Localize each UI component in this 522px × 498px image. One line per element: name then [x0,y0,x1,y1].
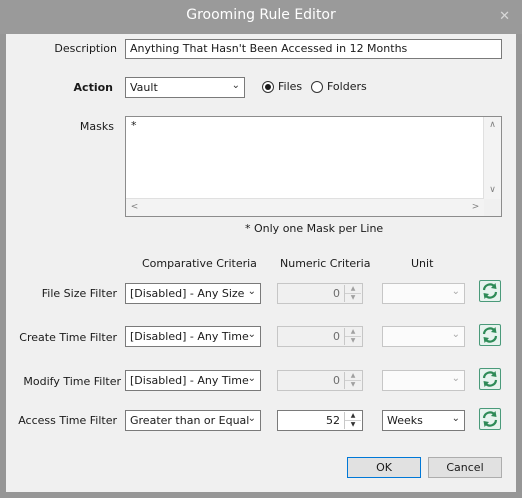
scrollbar-corner [484,199,501,216]
scroll-up-icon[interactable]: ∧ [485,118,500,133]
scroll-left-icon[interactable]: < [127,200,142,215]
spin-up-icon[interactable]: ▲ [345,412,361,421]
window-title: Grooming Rule Editor [186,7,336,23]
scroll-down-icon[interactable]: ∨ [485,183,500,198]
numeric-criteria-header: Numeric Criteria [280,257,371,270]
chevron-down-icon: ⌄ [247,286,256,297]
comparative-criteria-header: Comparative Criteria [142,257,257,270]
folders-radio[interactable] [311,81,323,93]
files-radio[interactable] [262,81,274,93]
refresh-icon [482,371,498,387]
modify-time-numeric-stepper[interactable]: 0 ▲ ▼ [277,370,363,391]
chevron-down-icon: ⌄ [451,286,460,297]
refresh-icon [482,411,498,427]
create-time-unit-select[interactable]: ⌄ [382,326,465,347]
spin-down-icon[interactable]: ▼ [345,337,361,345]
folders-radio-label[interactable]: Folders [327,80,367,93]
modify-time-filter-label: Modify Time Filter [23,375,121,388]
access-time-unit-select[interactable]: Weeks ⌄ [382,410,465,431]
create-time-criteria-select[interactable]: [Disabled] - Any Time ⌄ [125,326,261,347]
access-time-numeric-value: 52 [326,414,340,427]
access-time-criteria-value: Greater than or Equal [130,414,250,427]
access-time-unit-value: Weeks [387,414,423,427]
refresh-icon [482,327,498,343]
modify-time-numeric-value: 0 [333,374,340,387]
spin-buttons: ▲ ▼ [344,285,361,302]
spin-buttons: ▲ ▼ [344,372,361,389]
access-time-numeric-stepper[interactable]: 52 ▲ ▼ [277,410,363,431]
files-radio-label[interactable]: Files [278,80,302,93]
spin-down-icon[interactable]: ▼ [345,381,361,389]
ok-button[interactable]: OK [347,457,421,478]
access-time-refresh-icon[interactable] [479,408,501,430]
chevron-down-icon: ⌄ [231,80,240,91]
file-size-numeric-stepper[interactable]: 0 ▲ ▼ [277,283,363,304]
title-bar[interactable]: Grooming Rule Editor ✕ [0,0,522,34]
create-time-numeric-value: 0 [333,330,340,343]
create-time-criteria-value: [Disabled] - Any Time [130,330,249,343]
file-size-criteria-value: [Disabled] - Any Size [130,287,245,300]
spin-up-icon[interactable]: ▲ [345,285,361,294]
create-time-filter-label: Create Time Filter [19,331,117,344]
cancel-button[interactable]: Cancel [428,457,502,478]
spin-up-icon[interactable]: ▲ [345,328,361,337]
masks-label: Masks [79,120,114,133]
chevron-down-icon: ⌄ [451,413,460,424]
action-select-value: Vault [130,81,158,94]
file-size-numeric-value: 0 [333,287,340,300]
unit-header: Unit [411,257,434,270]
modify-time-criteria-select[interactable]: [Disabled] - Any Time ⌄ [125,370,261,391]
close-icon[interactable]: ✕ [499,9,510,24]
spin-down-icon[interactable]: ▼ [345,294,361,302]
spin-buttons: ▲ ▼ [344,328,361,345]
description-input[interactable]: Anything That Hasn't Been Accessed in 12… [125,39,502,59]
chevron-down-icon: ⌄ [247,373,256,384]
refresh-icon [482,283,498,299]
modify-time-unit-select[interactable]: ⌄ [382,370,465,391]
modify-time-criteria-value: [Disabled] - Any Time [130,374,249,387]
spin-buttons: ▲ ▼ [344,412,361,429]
chevron-down-icon: ⌄ [247,329,256,340]
description-label: Description [54,42,117,55]
masks-vertical-scrollbar[interactable]: ∧ ∨ [483,117,501,199]
chevron-down-icon: ⌄ [451,329,460,340]
dialog-window: Grooming Rule Editor ✕ Description Anyth… [0,0,522,498]
chevron-down-icon: ⌄ [451,373,460,384]
action-select[interactable]: Vault ⌄ [125,77,245,98]
masks-textarea-value: * [131,119,137,132]
scroll-right-icon[interactable]: > [468,200,483,215]
masks-note: * Only one Mask per Line [245,222,384,235]
file-size-refresh-icon[interactable] [479,280,501,302]
dialog-body: Description Anything That Hasn't Been Ac… [6,34,516,492]
modify-time-refresh-icon[interactable] [479,368,501,390]
create-time-refresh-icon[interactable] [479,324,501,346]
access-time-filter-label: Access Time Filter [18,414,117,427]
action-label: Action [73,81,113,94]
file-size-unit-select[interactable]: ⌄ [382,283,465,304]
spin-up-icon[interactable]: ▲ [345,372,361,381]
file-size-criteria-select[interactable]: [Disabled] - Any Size ⌄ [125,283,261,304]
spin-down-icon[interactable]: ▼ [345,421,361,429]
access-time-criteria-select[interactable]: Greater than or Equal ⌄ [125,410,261,431]
file-size-filter-label: File Size Filter [41,287,117,300]
masks-horizontal-scrollbar[interactable]: < > [126,198,484,216]
masks-textarea[interactable]: * ∧ ∨ < > [125,116,502,217]
create-time-numeric-stepper[interactable]: 0 ▲ ▼ [277,326,363,347]
chevron-down-icon: ⌄ [247,413,256,424]
